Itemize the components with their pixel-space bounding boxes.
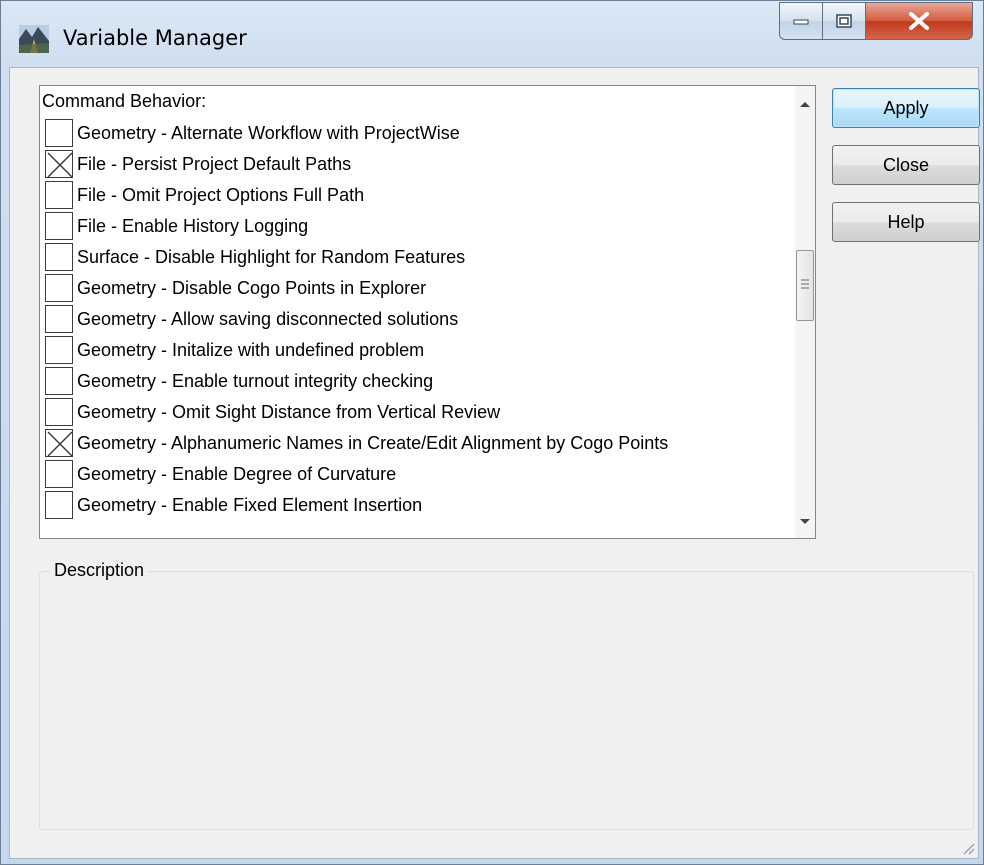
- check-x-icon: [47, 431, 73, 457]
- checkbox[interactable]: [45, 212, 73, 240]
- variable-manager-app-icon: [19, 25, 49, 53]
- list-item[interactable]: Geometry - Allow saving disconnected sol…: [45, 305, 785, 336]
- vertical-scrollbar[interactable]: [795, 86, 815, 538]
- checkbox[interactable]: [45, 429, 73, 457]
- checkbox[interactable]: [45, 367, 73, 395]
- list-item[interactable]: Geometry - Enable turnout integrity chec…: [45, 367, 785, 398]
- checkbox[interactable]: [45, 491, 73, 519]
- checkbox[interactable]: [45, 460, 73, 488]
- scroll-down-button[interactable]: [795, 510, 815, 534]
- list-item[interactable]: Geometry - Enable Fixed Element Insertio…: [45, 491, 785, 522]
- checkbox[interactable]: [45, 150, 73, 178]
- list-item-label: Geometry - Enable Fixed Element Insertio…: [77, 495, 423, 515]
- close-icon: [909, 12, 929, 30]
- checkbox[interactable]: [45, 336, 73, 364]
- list-item[interactable]: Geometry - Initalize with undefined prob…: [45, 336, 785, 367]
- list-item-label: Geometry - Initalize with undefined prob…: [77, 340, 425, 360]
- checkbox[interactable]: [45, 398, 73, 426]
- checkbox[interactable]: [45, 181, 73, 209]
- dialog-client-area: Command Behavior: Geometry - Alternate W…: [9, 67, 980, 859]
- apply-button[interactable]: Apply: [832, 88, 980, 128]
- list-item-label: File - Omit Project Options Full Path: [77, 185, 365, 205]
- resize-grip-icon[interactable]: [958, 838, 976, 856]
- title-bar[interactable]: Variable Manager: [1, 1, 984, 67]
- maximize-button[interactable]: [822, 2, 866, 40]
- list-item[interactable]: File - Enable History Logging: [45, 212, 785, 243]
- scroll-thumb[interactable]: [796, 250, 814, 321]
- list-item[interactable]: File - Omit Project Options Full Path: [45, 181, 785, 212]
- list-item[interactable]: Geometry - Disable Cogo Points in Explor…: [45, 274, 785, 305]
- checkbox[interactable]: [45, 119, 73, 147]
- grip-icon: [801, 279, 809, 289]
- caption-buttons: [779, 2, 973, 42]
- list-item[interactable]: Geometry - Alternate Workflow with Proje…: [45, 119, 785, 150]
- command-behavior-list[interactable]: Command Behavior: Geometry - Alternate W…: [39, 85, 816, 539]
- list-item[interactable]: File - Persist Project Default Paths: [45, 150, 785, 181]
- list-item[interactable]: Surface - Disable Highlight for Random F…: [45, 243, 785, 274]
- close-window-button[interactable]: [865, 2, 973, 40]
- list-item-label: Geometry - Disable Cogo Points in Explor…: [77, 278, 427, 298]
- list-item-label: File - Enable History Logging: [77, 216, 309, 236]
- checkbox[interactable]: [45, 243, 73, 271]
- minimize-button[interactable]: [779, 2, 823, 40]
- help-button[interactable]: Help: [832, 202, 980, 242]
- window-title: Variable Manager: [63, 26, 247, 50]
- close-button[interactable]: Close: [832, 145, 980, 185]
- list-item-label: Surface - Disable Highlight for Random F…: [77, 247, 466, 267]
- scroll-up-button[interactable]: [795, 92, 815, 116]
- list-item-label: File - Persist Project Default Paths: [77, 154, 352, 174]
- list-item-label: Geometry - Omit Sight Distance from Vert…: [77, 402, 501, 422]
- minimize-icon: [793, 19, 809, 25]
- list-item-label: Geometry - Alphanumeric Names in Create/…: [77, 433, 669, 453]
- maximize-icon: [836, 14, 852, 28]
- list-header: Command Behavior:: [42, 91, 207, 111]
- description-label: Description: [50, 560, 149, 581]
- list-item-label: Geometry - Enable Degree of Curvature: [77, 464, 397, 484]
- list-item[interactable]: Geometry - Enable Degree of Curvature: [45, 460, 785, 491]
- chevron-up-icon: [800, 102, 810, 107]
- list-item[interactable]: Geometry - Omit Sight Distance from Vert…: [45, 398, 785, 429]
- description-group: [39, 571, 974, 830]
- chevron-down-icon: [800, 519, 810, 524]
- checkbox[interactable]: [45, 274, 73, 302]
- checkbox[interactable]: [45, 305, 73, 333]
- check-x-icon: [47, 152, 73, 178]
- list-item-label: Geometry - Enable turnout integrity chec…: [77, 371, 434, 391]
- variable-manager-window: Variable Manager Command Behavior: Geome…: [0, 0, 984, 865]
- list-item-label: Geometry - Allow saving disconnected sol…: [77, 309, 459, 329]
- list-item-label: Geometry - Alternate Workflow with Proje…: [77, 123, 460, 143]
- list-item[interactable]: Geometry - Alphanumeric Names in Create/…: [45, 429, 785, 460]
